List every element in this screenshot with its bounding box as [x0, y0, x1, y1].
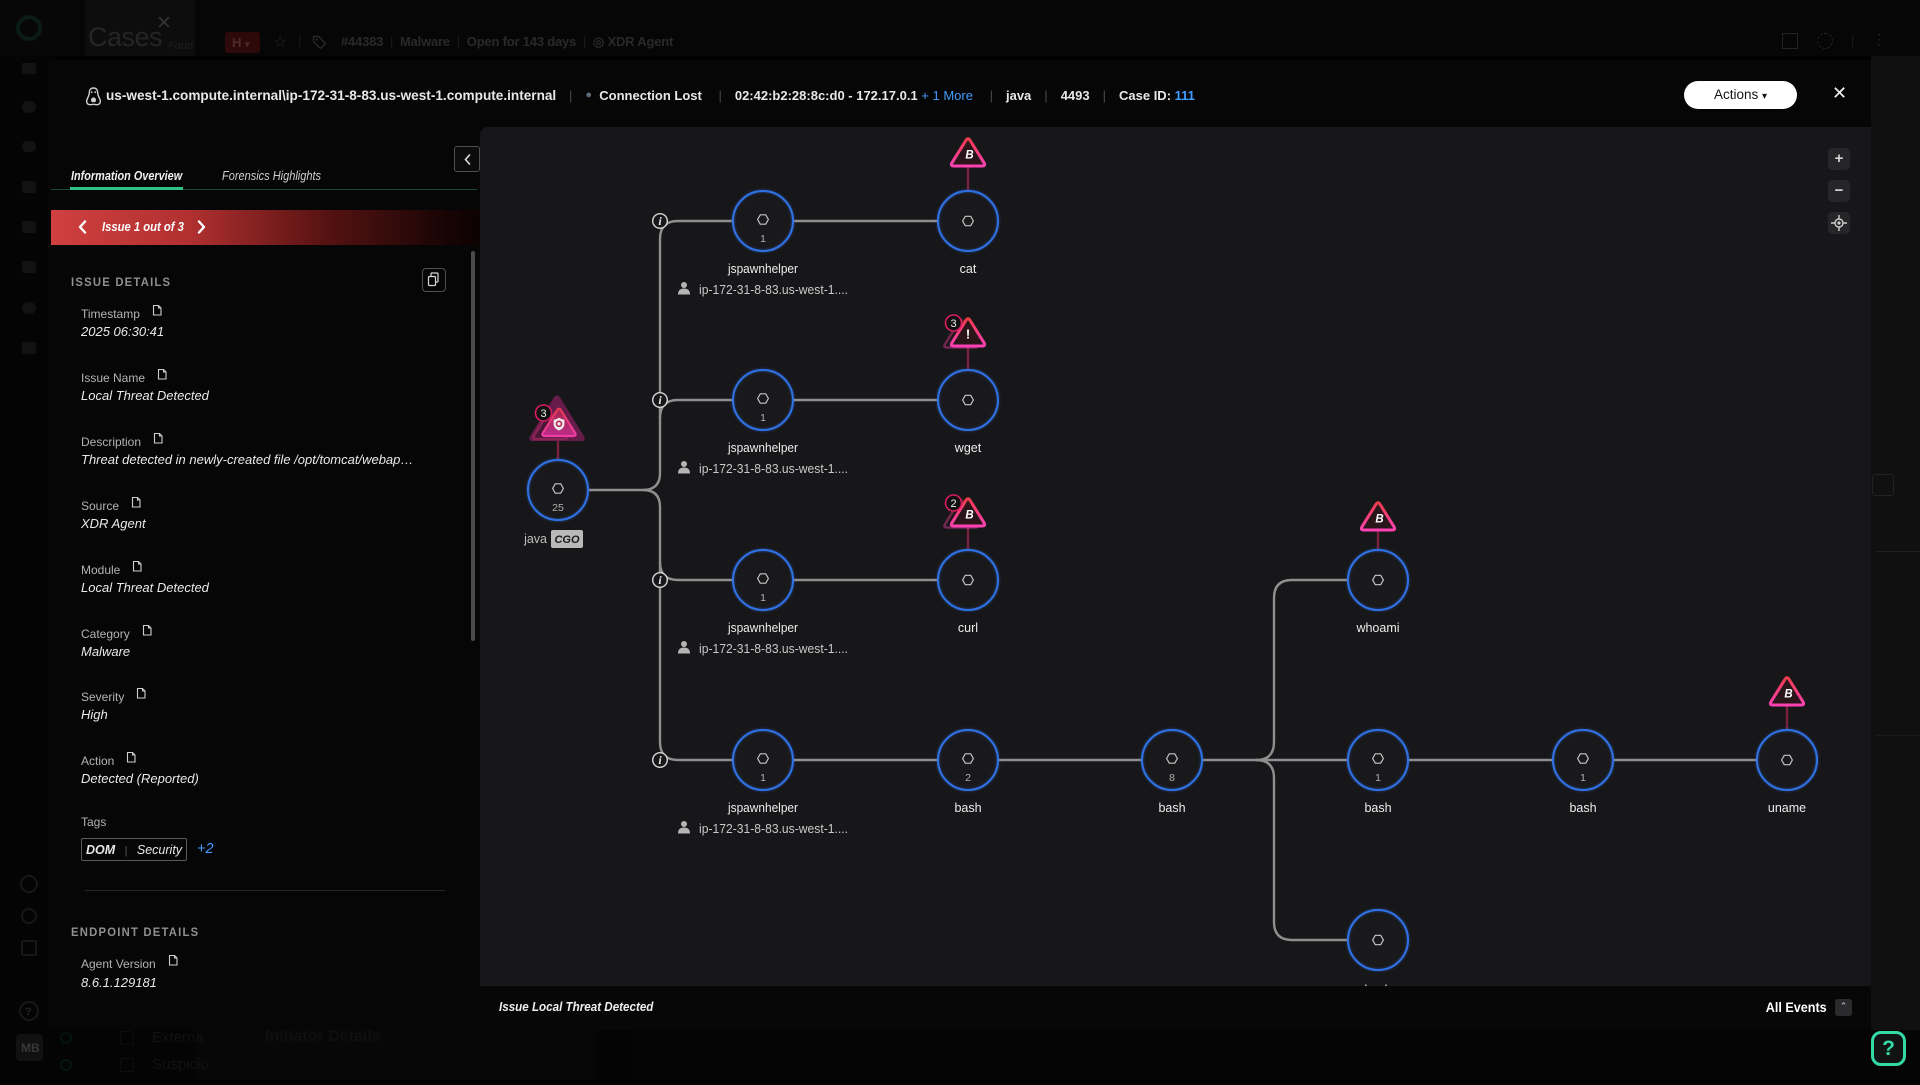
svg-text:uname: uname: [1768, 801, 1806, 815]
svg-text:bash: bash: [1158, 801, 1185, 815]
svg-text:8: 8: [1169, 772, 1175, 784]
svg-text:B: B: [1375, 514, 1383, 526]
svg-text:1: 1: [1580, 772, 1586, 784]
svg-text:2: 2: [965, 772, 971, 784]
svg-text:1: 1: [760, 412, 766, 424]
svg-text:bash: bash: [954, 801, 981, 815]
svg-text:ip-172-31-8-83.us-west-1....: ip-172-31-8-83.us-west-1....: [699, 283, 848, 297]
svg-text:B: B: [1784, 689, 1792, 701]
svg-text:cat: cat: [960, 262, 977, 276]
svg-text:2: 2: [950, 498, 956, 510]
svg-text:java: java: [523, 532, 547, 546]
svg-text:wget: wget: [954, 441, 982, 455]
svg-text:bash: bash: [1364, 801, 1391, 815]
svg-text:MB: MB: [21, 1041, 40, 1055]
svg-text:curl: curl: [958, 621, 978, 635]
svg-text:jspawnhelper: jspawnhelper: [727, 441, 798, 455]
svg-text:1: 1: [760, 233, 766, 245]
svg-text:!: !: [966, 327, 970, 342]
svg-text:jspawnhelper: jspawnhelper: [727, 801, 798, 815]
svg-text:ip-172-31-8-83.us-west-1....: ip-172-31-8-83.us-west-1....: [699, 642, 848, 656]
svg-text:1: 1: [760, 772, 766, 784]
svg-text:whoami: whoami: [1355, 621, 1399, 635]
svg-text:B: B: [965, 510, 973, 522]
svg-text:25: 25: [552, 502, 564, 514]
svg-text:1: 1: [760, 592, 766, 604]
svg-text:3: 3: [540, 408, 546, 420]
svg-text:?: ?: [25, 1006, 32, 1018]
svg-text:CGO: CGO: [554, 534, 580, 546]
svg-text:bash: bash: [1569, 801, 1596, 815]
svg-text:3: 3: [950, 318, 956, 330]
svg-text:ip-172-31-8-83.us-west-1....: ip-172-31-8-83.us-west-1....: [699, 822, 848, 836]
svg-text:jspawnhelper: jspawnhelper: [727, 262, 798, 276]
svg-text:B: B: [965, 150, 973, 162]
svg-text:ip-172-31-8-83.us-west-1....: ip-172-31-8-83.us-west-1....: [699, 462, 848, 476]
svg-text:1: 1: [1375, 772, 1381, 784]
svg-text:jspawnhelper: jspawnhelper: [727, 621, 798, 635]
